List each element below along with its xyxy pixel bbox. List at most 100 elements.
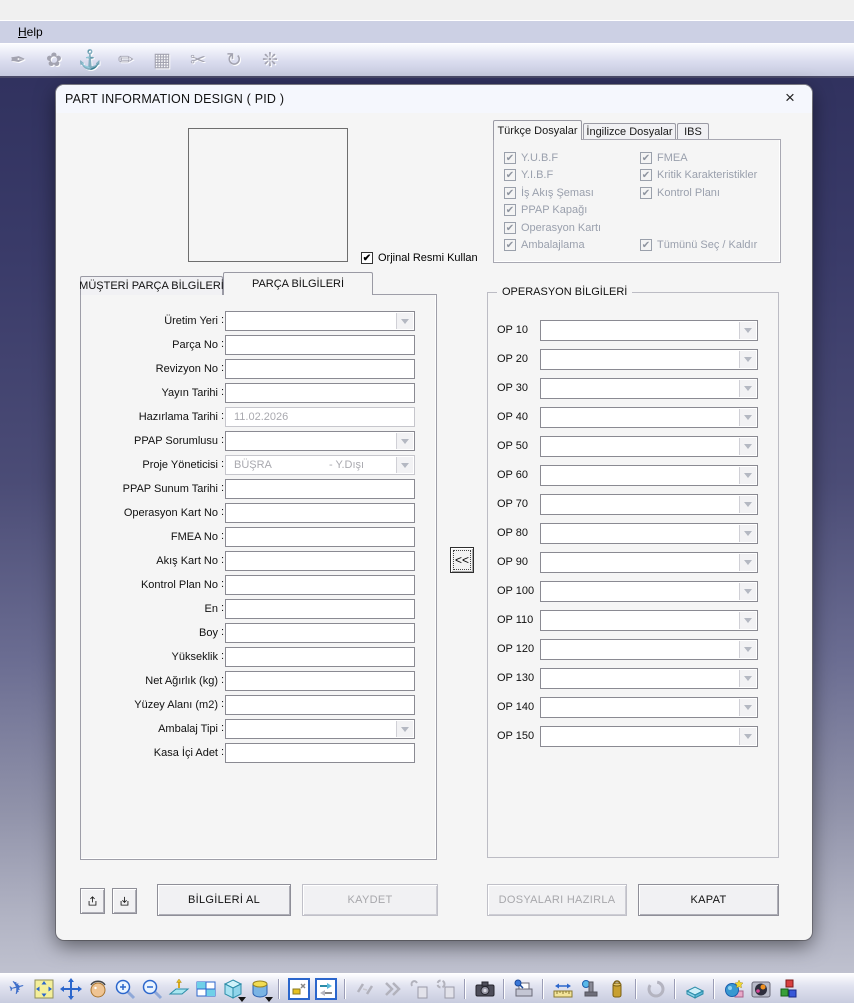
dropdown-caret [265, 997, 273, 1002]
pid-dialog: PART INFORMATION DESIGN ( PID ) × ✔ Orji… [56, 85, 812, 940]
dropdown-arrow-icon[interactable] [739, 612, 756, 629]
zoom-out-icon[interactable] [138, 976, 165, 1002]
op-label: OP 70 [497, 498, 528, 510]
combo-OP130[interactable] [540, 668, 758, 689]
toolbar-separator [542, 979, 544, 999]
op-label: OP 20 [497, 353, 528, 365]
rendering-icon[interactable] [747, 976, 774, 1002]
op-label: OP 80 [497, 527, 528, 539]
isometric-view-icon[interactable] [219, 976, 246, 1002]
apply-material-icon[interactable] [720, 976, 747, 1002]
tab-parca-bilgileri[interactable]: PARÇA BİLGİLERİ [223, 272, 373, 295]
op-label: OP 140 [497, 701, 534, 713]
dropdown-arrow-icon[interactable] [739, 351, 756, 368]
disabled-tool-icon[interactable]: ❊ [252, 49, 288, 72]
op-label: OP 50 [497, 440, 528, 452]
dropdown-arrow-icon[interactable] [739, 467, 756, 484]
op-label: OP 120 [497, 643, 534, 655]
capture-icon[interactable] [471, 976, 498, 1002]
dropdown-arrow-icon[interactable] [739, 583, 756, 600]
combo-OP90[interactable] [540, 552, 758, 573]
menu-help[interactable]: Help [18, 25, 43, 39]
combo-OP60[interactable] [540, 465, 758, 486]
toolbar-separator [344, 979, 346, 999]
catia-window: Help ✒✿⚓✏▦✂↻❊ PART INFORMATION DESIGN ( … [0, 0, 854, 1003]
disabled-tool-icon[interactable]: ✂ [180, 49, 216, 72]
disabled-tool-icon[interactable]: ✒ [0, 49, 36, 72]
combo-OP20[interactable] [540, 349, 758, 370]
op-label: OP 110 [497, 614, 533, 626]
library-icon[interactable] [681, 976, 708, 1002]
op-label: OP 100 [497, 585, 534, 597]
toolbar-separator [278, 979, 280, 999]
combo-OP120[interactable] [540, 639, 758, 660]
dropdown-arrow-icon[interactable] [739, 438, 756, 455]
dropdown-arrow-icon[interactable] [739, 322, 756, 339]
pan-icon[interactable] [57, 976, 84, 1002]
dropdown-arrow-icon[interactable] [739, 525, 756, 542]
hide-show-icon[interactable] [285, 976, 312, 1002]
combo-OP10[interactable] [540, 320, 758, 341]
measure-between-icon[interactable] [549, 976, 576, 1002]
op-label: OP 150 [497, 730, 534, 742]
op-label: OP 40 [497, 411, 528, 423]
op-label: OP 30 [497, 382, 528, 394]
swap-visible-space-icon[interactable] [312, 976, 339, 1002]
copy-with-link-icon[interactable] [405, 976, 432, 1002]
normal-view-icon[interactable] [165, 976, 192, 1002]
fit-all-in-icon[interactable] [30, 976, 57, 1002]
catalog-browser-icon[interactable] [642, 976, 669, 1002]
dropdown-arrow-icon[interactable] [739, 409, 756, 426]
disabled-tool-icon[interactable]: ⚓ [72, 48, 108, 72]
combo-OP40[interactable] [540, 407, 758, 428]
menubar: Help [0, 20, 854, 43]
dropdown-caret [238, 997, 246, 1002]
quick-print-icon[interactable] [510, 976, 537, 1002]
top-toolbar: ✒✿⚓✏▦✂↻❊ [0, 43, 854, 78]
combo-OP70[interactable] [540, 494, 758, 515]
dropdown-arrow-icon[interactable] [739, 496, 756, 513]
toolbar-separator [635, 979, 637, 999]
combo-OP50[interactable] [540, 436, 758, 457]
toolbar-separator [713, 979, 715, 999]
render-style-icon[interactable] [246, 976, 273, 1002]
dropdown-arrow-icon[interactable] [739, 699, 756, 716]
op-label: OP 90 [497, 556, 528, 568]
fast-update-icon[interactable] [378, 976, 405, 1002]
measure-inertia-icon[interactable] [603, 976, 630, 1002]
combo-OP30[interactable] [540, 378, 758, 399]
disabled-tool-icon[interactable]: ↻ [216, 49, 252, 72]
tab-turkce-dosyalar[interactable]: Türkçe Dosyalar [493, 120, 582, 140]
combo-OP110[interactable] [540, 610, 758, 631]
rotate-icon[interactable] [84, 976, 111, 1002]
op-label: OP 130 [497, 672, 534, 684]
measure-item-icon[interactable] [576, 976, 603, 1002]
fly-mode-icon[interactable]: ✈ [3, 976, 30, 1002]
viewport-3d[interactable]: PART INFORMATION DESIGN ( PID ) × ✔ Orji… [0, 80, 854, 973]
copy-view-icon[interactable] [432, 976, 459, 1002]
toolbar-separator [503, 979, 505, 999]
zoom-in-icon[interactable] [111, 976, 138, 1002]
op-label: OP 10 [497, 324, 528, 336]
unlink-icon[interactable] [351, 976, 378, 1002]
disabled-tool-icon[interactable]: ✿ [36, 49, 72, 72]
dropdown-arrow-icon[interactable] [739, 670, 756, 687]
toolbar-separator [464, 979, 466, 999]
dropdown-arrow-icon[interactable] [739, 554, 756, 571]
combo-OP140[interactable] [540, 697, 758, 718]
dropdown-arrow-icon[interactable] [739, 728, 756, 745]
op-label: OP 60 [497, 469, 528, 481]
create-multi-view-icon[interactable] [192, 976, 219, 1002]
dropdown-arrow-icon[interactable] [739, 641, 756, 658]
bottom-toolbar: ✈ [0, 973, 854, 1003]
window-titlebar [0, 0, 854, 20]
combo-OP80[interactable] [540, 523, 758, 544]
disabled-tool-icon[interactable]: ✏ [108, 49, 144, 72]
ops-host: OP 10 OP 20 OP 30 OP 40 OP 50 OP 60 OP 70 OP 80… [56, 85, 812, 940]
toolbar-separator [674, 979, 676, 999]
dropdown-arrow-icon[interactable] [739, 380, 756, 397]
combo-OP100[interactable] [540, 581, 758, 602]
rgb-environment-icon[interactable] [774, 976, 801, 1002]
disabled-tool-icon[interactable]: ▦ [144, 49, 180, 72]
combo-OP150[interactable] [540, 726, 758, 747]
